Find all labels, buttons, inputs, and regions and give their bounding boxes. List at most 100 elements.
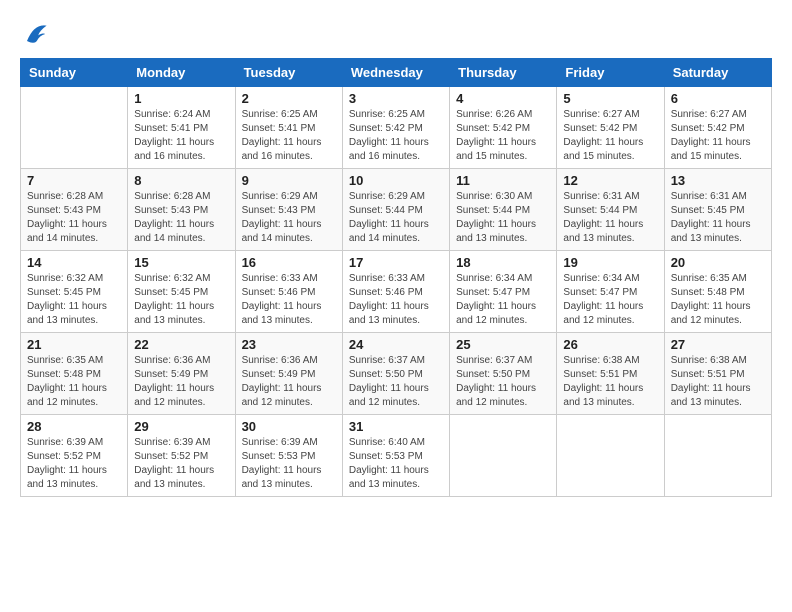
day-info: Sunrise: 6:30 AMSunset: 5:44 PMDaylight:… [456, 190, 550, 246]
day-info: Sunrise: 6:38 AMSunset: 5:51 PMDaylight:… [671, 354, 765, 410]
logo-icon [20, 20, 48, 48]
weekday-header: Saturday [664, 59, 771, 87]
day-number: 10 [349, 173, 443, 188]
day-info: Sunrise: 6:27 AMSunset: 5:42 PMDaylight:… [563, 108, 657, 164]
day-number: 18 [456, 255, 550, 270]
day-info: Sunrise: 6:29 AMSunset: 5:44 PMDaylight:… [349, 190, 443, 246]
calendar-cell: 12 Sunrise: 6:31 AMSunset: 5:44 PMDayligh… [557, 169, 664, 251]
weekday-header: Thursday [450, 59, 557, 87]
day-number: 19 [563, 255, 657, 270]
day-info: Sunrise: 6:24 AMSunset: 5:41 PMDaylight:… [134, 108, 228, 164]
calendar-cell: 20Sunrise: 6:35 AMSunset: 5:48 PMDayligh… [664, 251, 771, 333]
calendar-cell: 3 Sunrise: 6:25 AMSunset: 5:42 PMDaylight… [342, 87, 449, 169]
day-info: Sunrise: 6:39 AMSunset: 5:52 PMDaylight:… [27, 436, 121, 492]
weekday-header: Wednesday [342, 59, 449, 87]
day-number: 30 [242, 419, 336, 434]
calendar-cell: 21 Sunrise: 6:35 AMSunset: 5:48 PMDayligh… [21, 333, 128, 415]
day-number: 22 [134, 337, 228, 352]
calendar-header-row: SundayMondayTuesdayWednesdayThursdayFrid… [21, 59, 772, 87]
calendar-cell: 22 Sunrise: 6:36 AMSunset: 5:49 PMDayligh… [128, 333, 235, 415]
calendar-cell: 6 Sunrise: 6:27 AMSunset: 5:42 PMDaylight… [664, 87, 771, 169]
day-info: Sunrise: 6:26 AMSunset: 5:42 PMDaylight:… [456, 108, 550, 164]
calendar-cell: 25Sunrise: 6:37 AMSunset: 5:50 PMDayligh… [450, 333, 557, 415]
day-info: Sunrise: 6:31 AMSunset: 5:45 PMDaylight:… [671, 190, 765, 246]
day-number: 1 [134, 91, 228, 106]
day-number: 29 [134, 419, 228, 434]
day-number: 27 [671, 337, 765, 352]
calendar-cell: 23 Sunrise: 6:36 AMSunset: 5:49 PMDayligh… [235, 333, 342, 415]
calendar-cell: 16 Sunrise: 6:33 AMSunset: 5:46 PMDayligh… [235, 251, 342, 333]
calendar-cell: 31 Sunrise: 6:40 AMSunset: 5:53 PMDayligh… [342, 415, 449, 497]
day-info: Sunrise: 6:40 AMSunset: 5:53 PMDaylight:… [349, 436, 443, 492]
day-number: 4 [456, 91, 550, 106]
day-info: Sunrise: 6:35 AMSunset: 5:48 PMDaylight:… [671, 272, 765, 328]
day-number: 13 [671, 173, 765, 188]
calendar-cell: 18 Sunrise: 6:34 AMSunset: 5:47 PMDayligh… [450, 251, 557, 333]
weekday-header: Tuesday [235, 59, 342, 87]
calendar-cell: 1 Sunrise: 6:24 AMSunset: 5:41 PMDaylight… [128, 87, 235, 169]
day-info: Sunrise: 6:36 AMSunset: 5:49 PMDaylight:… [134, 354, 228, 410]
calendar-cell: 14 Sunrise: 6:32 AMSunset: 5:45 PMDayligh… [21, 251, 128, 333]
day-info: Sunrise: 6:36 AMSunset: 5:49 PMDaylight:… [242, 354, 336, 410]
day-number: 8 [134, 173, 228, 188]
day-info: Sunrise: 6:37 AMSunset: 5:50 PMDaylight:… [456, 354, 550, 410]
day-number: 31 [349, 419, 443, 434]
day-number: 24 [349, 337, 443, 352]
day-info: Sunrise: 6:27 AMSunset: 5:42 PMDaylight:… [671, 108, 765, 164]
day-info: Sunrise: 6:32 AMSunset: 5:45 PMDaylight:… [134, 272, 228, 328]
logo [20, 20, 52, 48]
day-number: 15 [134, 255, 228, 270]
day-number: 12 [563, 173, 657, 188]
day-info: Sunrise: 6:38 AMSunset: 5:51 PMDaylight:… [563, 354, 657, 410]
calendar-cell: 4 Sunrise: 6:26 AMSunset: 5:42 PMDaylight… [450, 87, 557, 169]
day-number: 16 [242, 255, 336, 270]
weekday-header: Friday [557, 59, 664, 87]
day-info: Sunrise: 6:25 AMSunset: 5:42 PMDaylight:… [349, 108, 443, 164]
calendar-cell: 26 Sunrise: 6:38 AMSunset: 5:51 PMDayligh… [557, 333, 664, 415]
calendar-cell [664, 415, 771, 497]
calendar-week-row: 7 Sunrise: 6:28 AMSunset: 5:43 PMDaylight… [21, 169, 772, 251]
calendar-cell: 30Sunrise: 6:39 AMSunset: 5:53 PMDayligh… [235, 415, 342, 497]
day-number: 17 [349, 255, 443, 270]
calendar-cell: 29Sunrise: 6:39 AMSunset: 5:52 PMDayligh… [128, 415, 235, 497]
day-number: 3 [349, 91, 443, 106]
calendar-cell: 11 Sunrise: 6:30 AMSunset: 5:44 PMDayligh… [450, 169, 557, 251]
calendar-cell: 10 Sunrise: 6:29 AMSunset: 5:44 PMDayligh… [342, 169, 449, 251]
calendar-cell: 2Sunrise: 6:25 AMSunset: 5:41 PMDaylight… [235, 87, 342, 169]
calendar-cell: 9 Sunrise: 6:29 AMSunset: 5:43 PMDaylight… [235, 169, 342, 251]
day-number: 7 [27, 173, 121, 188]
day-number: 11 [456, 173, 550, 188]
day-number: 9 [242, 173, 336, 188]
day-info: Sunrise: 6:37 AMSunset: 5:50 PMDaylight:… [349, 354, 443, 410]
calendar-cell: 27 Sunrise: 6:38 AMSunset: 5:51 PMDayligh… [664, 333, 771, 415]
day-number: 6 [671, 91, 765, 106]
calendar-week-row: 1 Sunrise: 6:24 AMSunset: 5:41 PMDaylight… [21, 87, 772, 169]
calendar-week-row: 21 Sunrise: 6:35 AMSunset: 5:48 PMDayligh… [21, 333, 772, 415]
day-number: 14 [27, 255, 121, 270]
day-info: Sunrise: 6:34 AMSunset: 5:47 PMDaylight:… [456, 272, 550, 328]
calendar-cell: 28 Sunrise: 6:39 AMSunset: 5:52 PMDayligh… [21, 415, 128, 497]
day-number: 28 [27, 419, 121, 434]
day-number: 26 [563, 337, 657, 352]
day-info: Sunrise: 6:29 AMSunset: 5:43 PMDaylight:… [242, 190, 336, 246]
day-info: Sunrise: 6:31 AMSunset: 5:44 PMDaylight:… [563, 190, 657, 246]
calendar-cell: 17 Sunrise: 6:33 AMSunset: 5:46 PMDayligh… [342, 251, 449, 333]
calendar-cell [450, 415, 557, 497]
day-info: Sunrise: 6:33 AMSunset: 5:46 PMDaylight:… [349, 272, 443, 328]
day-info: Sunrise: 6:33 AMSunset: 5:46 PMDaylight:… [242, 272, 336, 328]
calendar-week-row: 28 Sunrise: 6:39 AMSunset: 5:52 PMDayligh… [21, 415, 772, 497]
day-info: Sunrise: 6:35 AMSunset: 5:48 PMDaylight:… [27, 354, 121, 410]
day-number: 23 [242, 337, 336, 352]
day-number: 21 [27, 337, 121, 352]
day-info: Sunrise: 6:32 AMSunset: 5:45 PMDaylight:… [27, 272, 121, 328]
calendar-cell: 19Sunrise: 6:34 AMSunset: 5:47 PMDayligh… [557, 251, 664, 333]
day-info: Sunrise: 6:28 AMSunset: 5:43 PMDaylight:… [27, 190, 121, 246]
calendar-cell: 13 Sunrise: 6:31 AMSunset: 5:45 PMDayligh… [664, 169, 771, 251]
weekday-header: Monday [128, 59, 235, 87]
calendar-cell: 24 Sunrise: 6:37 AMSunset: 5:50 PMDayligh… [342, 333, 449, 415]
day-number: 5 [563, 91, 657, 106]
page-header [20, 20, 772, 48]
calendar-table: SundayMondayTuesdayWednesdayThursdayFrid… [20, 58, 772, 497]
calendar-cell [21, 87, 128, 169]
day-info: Sunrise: 6:25 AMSunset: 5:41 PMDaylight:… [242, 108, 336, 164]
